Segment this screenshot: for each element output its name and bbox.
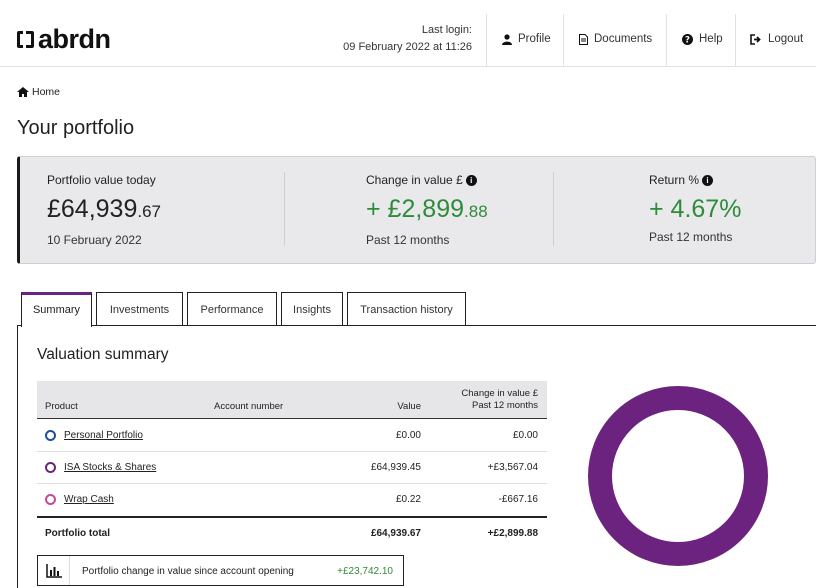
tab-insights[interactable]: Insights	[281, 292, 343, 326]
circle-icon	[45, 430, 56, 441]
tab-performance[interactable]: Performance	[187, 292, 277, 326]
tab-transaction-history[interactable]: Transaction history	[347, 292, 466, 326]
value-cell: £64,939.45	[370, 462, 421, 473]
portfolio-value-amount: £64,939.67	[47, 195, 161, 226]
chart-icon-box	[38, 556, 70, 585]
product-link[interactable]: Wrap Cash	[64, 494, 114, 505]
info-icon[interactable]: i	[465, 175, 477, 186]
home-icon	[17, 87, 29, 97]
portfolio-total-row: Portfolio total £64,939.67 +£2,899.88	[37, 516, 547, 548]
value-cell: £0.22	[395, 494, 421, 505]
change-cell: £0.00	[512, 430, 538, 441]
header-divider	[735, 14, 736, 67]
change-since-opening-value: +£23,742.10	[337, 566, 393, 577]
brand-name: abrdn	[38, 24, 111, 54]
help-link[interactable]: ? Help	[682, 33, 723, 45]
change-value-amount: + £2,899.88	[366, 195, 488, 226]
bar-chart-icon	[45, 563, 62, 578]
total-change: +£2,899.88	[487, 528, 538, 539]
table-row: Personal Portfolio £0.00 £0.00	[37, 420, 547, 452]
portfolio-summary-box: Portfolio value today £64,939.67 10 Febr…	[17, 156, 816, 264]
last-login-value: 09 February 2022 at 11:26	[343, 41, 472, 53]
change-since-opening[interactable]: Portfolio change in value since account …	[37, 555, 404, 586]
isa-donut-segment	[588, 386, 768, 566]
change-value-period: Past 12 months	[366, 233, 450, 247]
logout-icon	[750, 33, 761, 45]
metric-divider	[284, 172, 285, 246]
product-cell: Wrap Cash	[45, 494, 114, 505]
tab-summary[interactable]: Summary	[21, 292, 92, 327]
portfolio-value-metric: Portfolio value today £64,939.67 10 Febr…	[47, 173, 161, 247]
change-value-metric: Change in value £ i + £2,899.88 Past 12 m…	[366, 173, 488, 247]
return-label: Return %	[649, 173, 700, 187]
col-value: Value	[397, 401, 421, 412]
value-cell: £0.00	[395, 430, 421, 441]
portfolio-value-date: 10 February 2022	[47, 233, 142, 247]
return-label-row: Return % i	[649, 173, 741, 187]
breadcrumb-home[interactable]: Home	[32, 86, 60, 98]
col-product: Product	[45, 401, 78, 412]
logout-link[interactable]: Logout	[750, 33, 803, 45]
change-value-main: + £2,899	[366, 195, 465, 223]
profile-label: Profile	[518, 33, 551, 45]
svg-text:?: ?	[685, 35, 690, 44]
change-since-opening-label: Portfolio change in value since account …	[82, 566, 294, 577]
circle-icon	[45, 494, 56, 505]
logout-label: Logout	[768, 33, 804, 45]
portfolio-value-main: £64,939	[47, 195, 138, 223]
last-login-label: Last login:	[421, 24, 472, 36]
return-amount: + 4.67%	[649, 195, 742, 223]
product-link[interactable]: Personal Portfolio	[64, 430, 143, 441]
tab-investments[interactable]: Investments	[96, 292, 183, 326]
portfolio-donut-chart	[588, 386, 768, 566]
table-row: ISA Stocks & Shares £64,939.45 +£3,567.0…	[37, 452, 547, 484]
return-metric: Return % i + 4.67% Past 12 months	[649, 173, 741, 244]
portfolio-value-cents: .67	[137, 202, 162, 221]
circle-icon	[45, 462, 56, 473]
logo-mark-icon	[17, 30, 34, 48]
app-header: abrdn Last login: 09 February 2022 at 11…	[0, 0, 816, 67]
header-divider	[666, 14, 667, 67]
page-title: Your portfolio	[17, 117, 135, 139]
breadcrumb: Home	[17, 86, 60, 98]
document-icon	[579, 33, 588, 45]
col-change: Change in value £ Past 12 months	[461, 388, 538, 412]
profile-link[interactable]: Profile	[502, 33, 551, 45]
metric-divider	[553, 172, 554, 246]
help-label: Help	[699, 33, 723, 45]
header-divider	[563, 14, 564, 67]
return-period: Past 12 months	[649, 230, 733, 244]
change-cell: -£667.16	[498, 494, 538, 505]
change-value-cents: .88	[464, 202, 488, 221]
total-value: £64,939.67	[370, 528, 421, 539]
table-row: Wrap Cash £0.22 -£667.16	[37, 484, 547, 516]
documents-label: Documents	[594, 33, 653, 45]
change-value-label-row: Change in value £ i	[366, 173, 488, 187]
change-cell: +£3,567.04	[487, 462, 538, 473]
total-label: Portfolio total	[45, 528, 110, 539]
last-login: Last login: 09 February 2022 at 11:26	[343, 22, 472, 56]
documents-link[interactable]: Documents	[579, 33, 652, 45]
portfolio-value-label: Portfolio value today	[47, 173, 156, 187]
change-value-label: Change in value £	[366, 173, 463, 187]
product-cell: ISA Stocks & Shares	[45, 462, 156, 473]
abrdn-logo[interactable]: abrdn	[17, 25, 111, 53]
info-icon[interactable]: i	[702, 175, 714, 186]
valuation-table-header: Product Account number Value Change in v…	[37, 381, 547, 419]
question-icon: ?	[682, 33, 693, 45]
product-cell: Personal Portfolio	[45, 430, 143, 441]
col-change-line1: Change in value £	[461, 388, 538, 399]
user-icon	[502, 33, 512, 45]
product-link[interactable]: ISA Stocks & Shares	[64, 462, 156, 473]
col-change-line2: Past 12 months	[471, 400, 538, 411]
valuation-summary-title: Valuation summary	[37, 346, 169, 363]
col-account-number: Account number	[214, 401, 284, 412]
header-divider	[486, 14, 487, 67]
